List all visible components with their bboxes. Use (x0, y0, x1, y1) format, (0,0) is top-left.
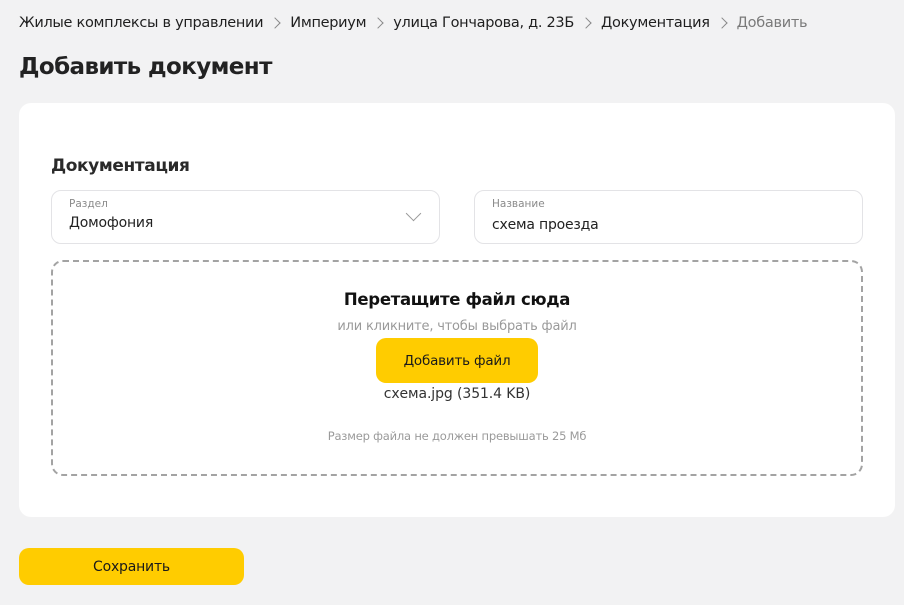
breadcrumb: Жилые комплексы в управлении Империум ул… (19, 13, 808, 33)
chevron-right-icon (580, 17, 592, 29)
name-field-label: Название (492, 198, 545, 210)
chevron-down-icon[interactable] (405, 205, 422, 222)
chevron-right-icon (372, 17, 384, 29)
file-size-hint: Размер файла не должен превышать 25 Мб (327, 429, 587, 443)
selected-file-info: схема.jpg (351.4 KB) (383, 386, 531, 402)
section-select-value: Домофония (69, 215, 154, 231)
breadcrumb-item-documentation[interactable]: Документация (601, 15, 710, 31)
section-title: Документация (51, 156, 190, 176)
breadcrumb-item-current: Добавить (736, 15, 808, 31)
page-title: Добавить документ (19, 54, 272, 80)
add-file-button[interactable]: Добавить файл (376, 338, 538, 383)
file-dropzone[interactable]: Перетащите файл сюда или кликните, чтобы… (51, 260, 863, 476)
breadcrumb-item-complexes[interactable]: Жилые комплексы в управлении (19, 15, 264, 31)
chevron-right-icon (715, 17, 728, 29)
chevron-right-icon (269, 17, 281, 29)
section-select[interactable]: Раздел Домофония (51, 190, 440, 244)
dropzone-title: Перетащите файл сюда (343, 290, 571, 309)
breadcrumb-item-address[interactable]: улица Гончарова, д. 23Б (393, 15, 574, 31)
section-select-label: Раздел (69, 198, 108, 210)
name-field[interactable]: Название схема проезда (474, 190, 863, 244)
dropzone-subtitle: или кликните, чтобы выбрать файл (337, 319, 577, 334)
save-button[interactable]: Сохранить (19, 548, 244, 585)
name-field-value[interactable]: схема проезда (492, 217, 599, 233)
breadcrumb-item-complex[interactable]: Империум (290, 15, 366, 31)
